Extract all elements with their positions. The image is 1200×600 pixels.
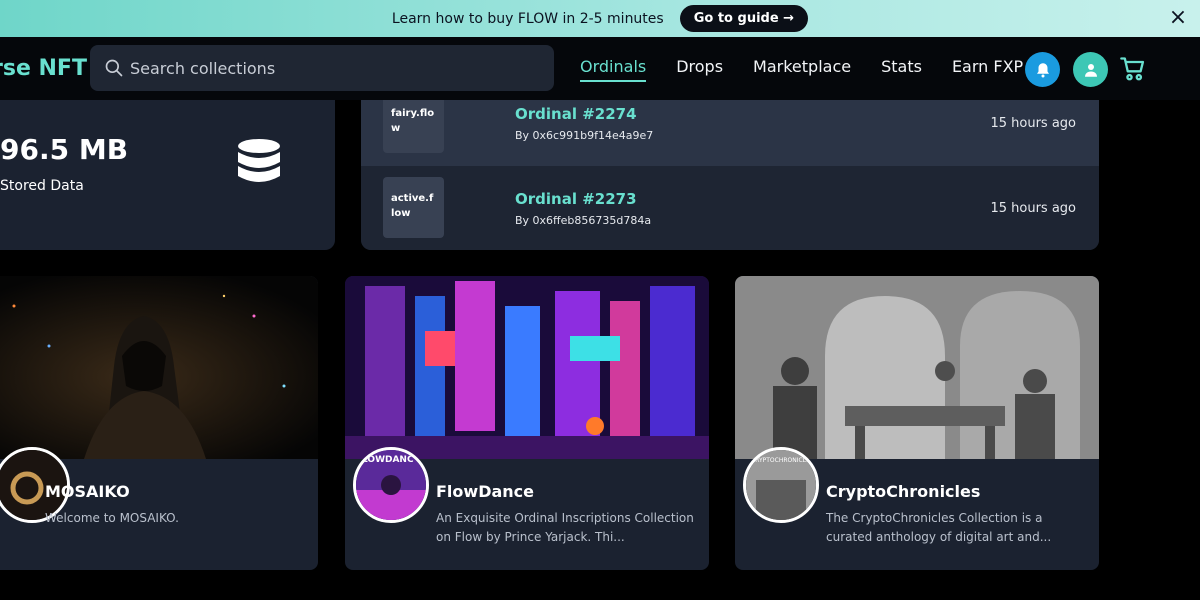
collection-name: MOSAIKO: [45, 482, 130, 501]
ordinal-title[interactable]: Ordinal #2273: [515, 190, 637, 208]
collection-name: CryptoChronicles: [826, 482, 981, 501]
ordinal-thumbnail[interactable]: fairy.flow: [383, 100, 444, 153]
bell-icon: [1036, 62, 1049, 77]
ordinal-time: 15 hours ago: [990, 116, 1076, 131]
collection-name: FlowDance: [436, 482, 534, 501]
top-navbar: rse NFT Search collections Ordinals Drop…: [0, 37, 1200, 100]
collection-card-cryptochronicles[interactable]: CRYPTOCHRONICLES CryptoChronicles The Cr…: [735, 276, 1099, 570]
close-icon[interactable]: ×: [1166, 6, 1190, 30]
ordinal-owner: By 0x6ffeb856735d784a: [515, 214, 652, 227]
search-bar[interactable]: Search collections: [90, 45, 554, 91]
database-icon: [238, 139, 280, 182]
collection-description: An Exquisite Ordinal Inscriptions Collec…: [436, 511, 694, 544]
search-icon: [105, 59, 123, 77]
nav-links: Ordinals Drops Marketplace Stats Earn FX…: [580, 57, 1053, 82]
ordinal-time: 15 hours ago: [990, 201, 1076, 216]
collection-description: Welcome to MOSAIKO.: [45, 511, 179, 525]
banner-text: Learn how to buy FLOW in 2-5 minutes: [391, 10, 664, 27]
notifications-button[interactable]: [1025, 52, 1060, 87]
nav-link-drops[interactable]: Drops: [676, 57, 723, 82]
ordinal-title[interactable]: Ordinal #2274: [515, 105, 637, 123]
stat-label: Stored Data: [0, 178, 84, 194]
stored-data-card: 96.5 MB Stored Data: [0, 100, 335, 250]
user-icon: [1084, 63, 1097, 77]
collection-card-mosaiko[interactable]: MOSAIKO Welcome to MOSAIKO.: [0, 276, 318, 570]
collection-avatar: LOWDANC: [353, 447, 429, 523]
list-item[interactable]: active.flow Ordinal #2273 By 0x6ffeb8567…: [361, 166, 1099, 250]
ordinal-owner: By 0x6c991b9f14e4a9e7: [515, 129, 654, 142]
collection-card-flowdance[interactable]: LOWDANC FlowDance An Exquisite Ordinal I…: [345, 276, 709, 570]
stat-value: 96.5 MB: [0, 133, 129, 166]
nav-link-earn-fxp[interactable]: Earn FXP: [952, 57, 1023, 82]
announcement-banner: Learn how to buy FLOW in 2-5 minutes Go …: [0, 0, 1200, 37]
collection-banner-image: [735, 276, 1099, 459]
search-input[interactable]: Search collections: [130, 59, 275, 78]
collection-banner-image: [0, 276, 318, 459]
avatar: CRYPTOCHRONICLES: [746, 450, 816, 520]
avatar-text: LOWDANC: [362, 455, 414, 465]
site-logo[interactable]: rse NFT: [0, 56, 87, 81]
avatar-text: CRYPTOCHRONICLES: [751, 457, 814, 464]
nav-link-ordinals[interactable]: Ordinals: [580, 57, 647, 82]
nav-link-marketplace[interactable]: Marketplace: [753, 57, 851, 82]
cart-icon[interactable]: [1119, 55, 1147, 83]
recent-ordinals-list: fairy.flow Ordinal #2274 By 0x6c991b9f14…: [361, 100, 1099, 250]
ordinal-thumbnail[interactable]: active.flow: [383, 177, 444, 238]
user-account-button[interactable]: [1073, 52, 1108, 87]
go-to-guide-button[interactable]: Go to guide →: [679, 5, 809, 32]
collection-description: The CryptoChronicles Collection is a cur…: [826, 511, 1052, 544]
collection-avatar: CRYPTOCHRONICLES: [743, 447, 819, 523]
collection-banner-image: [345, 276, 709, 459]
nav-link-stats[interactable]: Stats: [881, 57, 922, 82]
avatar: LOWDANC: [356, 450, 426, 520]
